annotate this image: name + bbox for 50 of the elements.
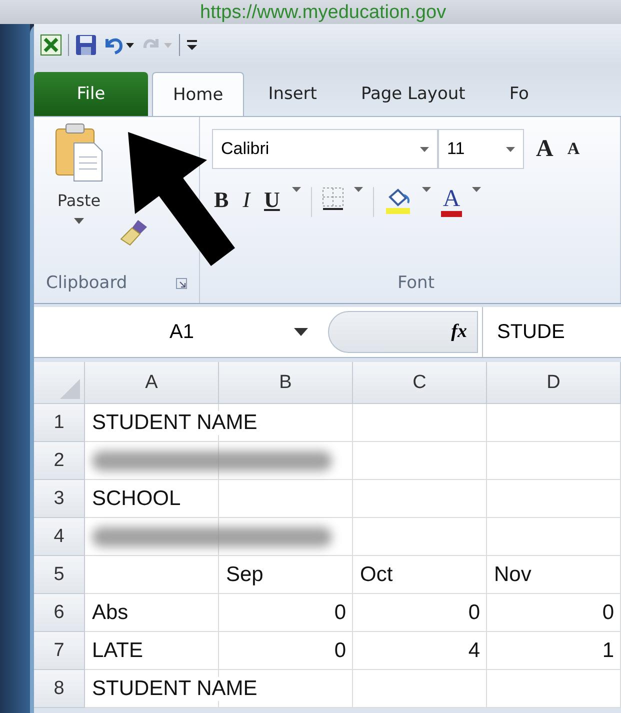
ribbon-tab[interactable]: Insert [248,72,337,116]
caret-icon[interactable] [506,146,515,152]
column-header[interactable]: B [219,362,353,404]
grow-font-button[interactable]: A [534,136,556,162]
column-header[interactable]: C [353,362,487,404]
row-header[interactable]: 7 [34,632,85,670]
caret-icon[interactable] [74,218,84,224]
caret-icon[interactable] [422,187,431,192]
font-size-field[interactable]: 11 [438,129,524,169]
caret-icon[interactable] [354,187,363,192]
ribbon-tab[interactable]: Fo [489,72,549,116]
url-text: https://www.myeducation.gov [200,2,446,24]
cell-text: Sep [226,563,264,587]
row-header[interactable]: 1 [34,404,85,442]
ribbon-tab[interactable]: Page Layout [340,72,486,116]
group-label: Clipboard [46,273,128,293]
cell-text: STUDENT NAME [92,677,258,701]
customize-menu-icon[interactable] [186,38,198,52]
caret-icon[interactable] [472,187,482,192]
row-header[interactable]: 2 [34,442,85,480]
ribbon-tab[interactable]: Home [152,72,244,116]
row-header[interactable]: 5 [34,556,85,594]
insert-function-button[interactable]: fx [451,321,467,343]
font-color-button[interactable]: A [440,187,462,217]
file-tab[interactable]: File [34,72,148,116]
caret-icon[interactable] [292,187,301,192]
group-label: Font [397,273,434,293]
column-header[interactable]: D [487,362,621,404]
row-header[interactable]: 6 [34,594,85,632]
paste-icon[interactable] [54,123,104,183]
column-header[interactable]: A [85,362,219,404]
format-painter-icon[interactable] [118,217,150,247]
dialog-launcher-icon[interactable] [176,278,187,288]
row-header[interactable]: 8 [34,670,85,708]
cell-text: STUDENT NAME [92,411,258,435]
formula-bar-handle[interactable]: fx [328,311,478,353]
font-name-field[interactable]: Calibri [212,129,438,169]
italic-button[interactable]: I [240,187,252,213]
spreadsheet-icon[interactable] [40,34,62,56]
fill-color-icon[interactable] [384,187,412,215]
row-header[interactable]: 4 [34,518,85,556]
caret-icon[interactable] [420,146,429,152]
bold-button[interactable]: B [212,187,231,213]
save-icon[interactable] [75,34,97,56]
borders-icon[interactable] [322,187,344,211]
shrink-font-button[interactable]: A [565,139,582,159]
row-header[interactable]: 3 [34,480,85,518]
formula-field[interactable]: STUDE [482,307,621,357]
paste-label[interactable]: Paste [57,191,101,210]
underline-button[interactable]: U [262,187,282,213]
